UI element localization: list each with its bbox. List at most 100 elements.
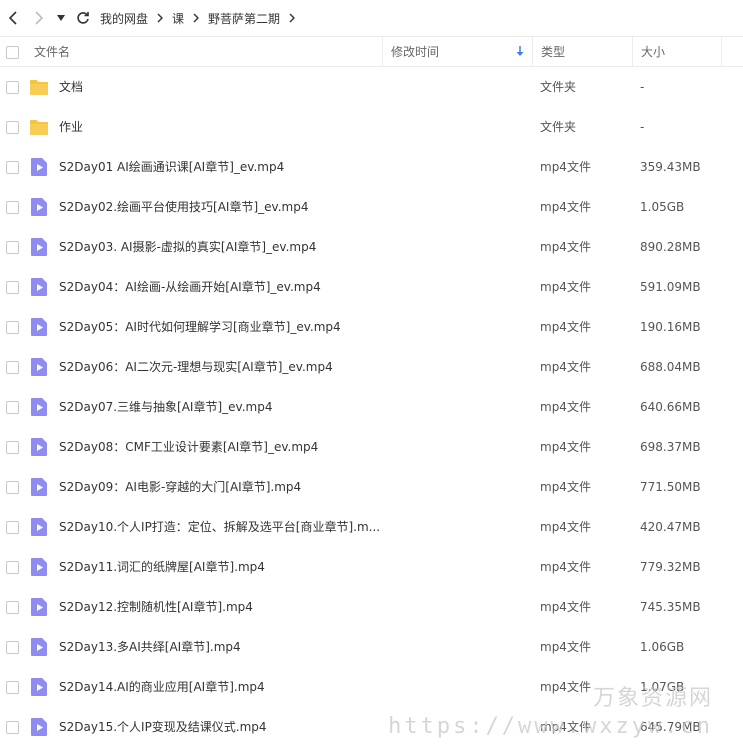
chevron-right-icon <box>157 13 164 23</box>
file-name[interactable]: S2Day15.个人IP变现及结课仪式.mp4 <box>59 719 379 735</box>
column-header-name[interactable]: 文件名 <box>34 43 70 60</box>
file-name[interactable]: S2Day06：AI二次元-理想与现实[AI章节]_ev.mp4 <box>59 359 379 375</box>
video-file-icon <box>29 237 49 257</box>
file-type: mp4文件 <box>540 320 591 334</box>
file-size: - <box>640 80 645 94</box>
row-checkbox[interactable] <box>6 641 19 654</box>
forward-button[interactable] <box>26 0 52 36</box>
file-type: 文件夹 <box>540 80 577 94</box>
column-header-modified[interactable]: 修改时间 <box>382 37 532 66</box>
breadcrumb-item[interactable]: 野菩萨第二期 <box>208 10 280 27</box>
file-row[interactable]: S2Day06：AI二次元-理想与现实[AI章节]_ev.mp4 mp4文件 688… <box>0 347 743 387</box>
file-row[interactable]: S2Day08：CMF工业设计要素[AI章节]_ev.mp4 mp4文件 698.3… <box>0 427 743 467</box>
file-name[interactable]: S2Day02.绘画平台使用技巧[AI章节]_ev.mp4 <box>59 199 379 215</box>
row-checkbox[interactable] <box>6 321 19 334</box>
column-header-size[interactable]: 大小 <box>632 37 722 66</box>
column-header-size-label: 大小 <box>641 45 666 59</box>
row-checkbox[interactable] <box>6 121 19 134</box>
select-all-checkbox[interactable] <box>6 46 19 59</box>
row-checkbox[interactable] <box>6 681 19 694</box>
file-type: mp4文件 <box>540 720 591 734</box>
file-row[interactable]: 文档 文件夹 - <box>0 67 743 107</box>
row-checkbox[interactable] <box>6 161 19 174</box>
file-size: 779.32MB <box>640 560 701 574</box>
file-row[interactable]: S2Day05：AI时代如何理解学习[商业章节]_ev.mp4 mp4文件 190.… <box>0 307 743 347</box>
file-row[interactable]: S2Day14.AI的商业应用[AI章节].mp4 mp4文件 1.07GB <box>0 667 743 707</box>
file-size: 1.05GB <box>640 200 685 214</box>
file-name[interactable]: 作业 <box>59 119 379 135</box>
file-row[interactable]: S2Day01 AI绘画通识课[AI章节]_ev.mp4 mp4文件 359.43M… <box>0 147 743 187</box>
file-row[interactable]: S2Day03. AI摄影-虚拟的真实[AI章节]_ev.mp4 mp4文件 890… <box>0 227 743 267</box>
chevron-left-icon <box>8 11 17 25</box>
file-name[interactable]: S2Day08：CMF工业设计要素[AI章节]_ev.mp4 <box>59 439 379 455</box>
chevron-right-icon[interactable] <box>289 13 296 23</box>
file-name[interactable]: 文档 <box>59 79 379 95</box>
file-name[interactable]: S2Day11.词汇的纸牌屋[AI章节].mp4 <box>59 559 379 575</box>
row-checkbox[interactable] <box>6 281 19 294</box>
file-name[interactable]: S2Day14.AI的商业应用[AI章节].mp4 <box>59 679 379 695</box>
file-type: 文件夹 <box>540 120 577 134</box>
file-size: 420.47MB <box>640 520 701 534</box>
file-row[interactable]: S2Day09：AI电影-穿越的大门[AI章节].mp4 mp4文件 771.50M… <box>0 467 743 507</box>
row-checkbox[interactable] <box>6 521 19 534</box>
breadcrumb-item[interactable]: 课 <box>172 10 184 27</box>
column-header-modified-label: 修改时间 <box>391 45 440 59</box>
video-file-icon <box>29 557 49 577</box>
file-size: 190.16MB <box>640 320 701 334</box>
folder-icon <box>29 77 49 97</box>
video-file-icon <box>29 397 49 417</box>
file-name[interactable]: S2Day09：AI电影-穿越的大门[AI章节].mp4 <box>59 479 379 495</box>
file-name[interactable]: S2Day03. AI摄影-虚拟的真实[AI章节]_ev.mp4 <box>59 239 379 255</box>
file-row[interactable]: S2Day10.个人IP打造：定位、拆解及选平台[商业章节].m... mp4文件… <box>0 507 743 547</box>
file-row[interactable]: S2Day12.控制随机性[AI章节].mp4 mp4文件 745.35MB <box>0 587 743 627</box>
video-file-icon <box>29 477 49 497</box>
row-checkbox[interactable] <box>6 241 19 254</box>
row-checkbox[interactable] <box>6 561 19 574</box>
file-type: mp4文件 <box>540 680 591 694</box>
file-name[interactable]: S2Day01 AI绘画通识课[AI章节]_ev.mp4 <box>59 159 379 175</box>
column-header-type-label: 类型 <box>541 45 566 59</box>
file-row[interactable]: 作业 文件夹 - <box>0 107 743 147</box>
row-checkbox[interactable] <box>6 81 19 94</box>
row-checkbox[interactable] <box>6 361 19 374</box>
file-row[interactable]: S2Day11.词汇的纸牌屋[AI章节].mp4 mp4文件 779.32MB <box>0 547 743 587</box>
file-size: 771.50MB <box>640 480 701 494</box>
file-row[interactable]: S2Day15.个人IP变现及结课仪式.mp4 mp4文件 645.79MB <box>0 707 743 747</box>
row-checkbox[interactable] <box>6 721 19 734</box>
file-type: mp4文件 <box>540 160 591 174</box>
row-checkbox[interactable] <box>6 441 19 454</box>
row-checkbox[interactable] <box>6 481 19 494</box>
column-header-type[interactable]: 类型 <box>532 37 632 66</box>
caret-down-icon <box>57 15 65 21</box>
video-file-icon <box>29 317 49 337</box>
file-type: mp4文件 <box>540 560 591 574</box>
file-type: mp4文件 <box>540 400 591 414</box>
file-name[interactable]: S2Day05：AI时代如何理解学习[商业章节]_ev.mp4 <box>59 319 379 335</box>
file-size: 591.09MB <box>640 280 701 294</box>
refresh-icon <box>77 12 89 24</box>
breadcrumb-item[interactable]: 我的网盘 <box>100 10 148 27</box>
file-row[interactable]: S2Day04：AI绘画-从绘画开始[AI章节]_ev.mp4 mp4文件 591.… <box>0 267 743 307</box>
row-checkbox[interactable] <box>6 401 19 414</box>
file-name[interactable]: S2Day04：AI绘画-从绘画开始[AI章节]_ev.mp4 <box>59 279 379 295</box>
back-button[interactable] <box>0 0 26 36</box>
file-row[interactable]: S2Day07.三维与抽象[AI章节]_ev.mp4 mp4文件 640.66MB <box>0 387 743 427</box>
row-checkbox[interactable] <box>6 201 19 214</box>
file-row[interactable]: S2Day02.绘画平台使用技巧[AI章节]_ev.mp4 mp4文件 1.05GB <box>0 187 743 227</box>
file-name[interactable]: S2Day07.三维与抽象[AI章节]_ev.mp4 <box>59 399 379 415</box>
file-name[interactable]: S2Day13.多AI共绎[AI章节].mp4 <box>59 639 379 655</box>
row-checkbox[interactable] <box>6 601 19 614</box>
file-name[interactable]: S2Day10.个人IP打造：定位、拆解及选平台[商业章节].m... <box>59 519 379 535</box>
file-size: 640.66MB <box>640 400 701 414</box>
video-file-icon <box>29 517 49 537</box>
refresh-button[interactable] <box>70 0 96 36</box>
breadcrumb: 我的网盘 课 野菩萨第二期 <box>100 10 304 27</box>
video-file-icon <box>29 157 49 177</box>
folder-icon <box>29 117 49 137</box>
history-dropdown-button[interactable] <box>52 0 70 36</box>
sort-down-arrow-icon <box>516 46 524 56</box>
file-size: 698.37MB <box>640 440 701 454</box>
file-name[interactable]: S2Day12.控制随机性[AI章节].mp4 <box>59 599 379 615</box>
file-row[interactable]: S2Day13.多AI共绎[AI章节].mp4 mp4文件 1.06GB <box>0 627 743 667</box>
video-file-icon <box>29 277 49 297</box>
